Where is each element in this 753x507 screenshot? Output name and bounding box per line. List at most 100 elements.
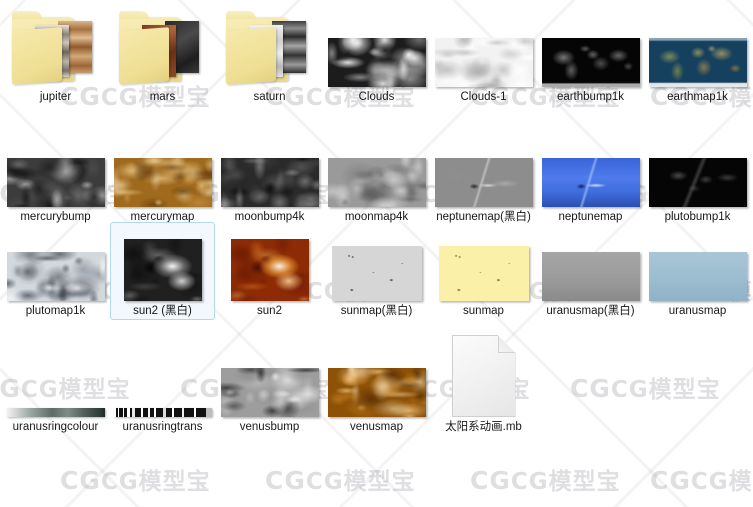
file-item-Clouds[interactable]: Clouds (324, 8, 429, 106)
image-thumbnail (220, 368, 319, 417)
file-label: sun2 (257, 305, 282, 317)
thumbnail-container (538, 129, 643, 207)
file-label: uranusringtrans (122, 421, 203, 433)
file-item-saturn[interactable]: saturn (217, 8, 322, 106)
thumbnail-container (538, 223, 643, 301)
folder-icon (115, 9, 211, 87)
file-label: venusbump (239, 421, 300, 433)
file-item-sunmap-bw[interactable]: sunmap(黑白) (324, 222, 429, 320)
image-thumbnail (6, 408, 105, 417)
file-label: earthbump1k (556, 91, 625, 103)
folder-front (225, 27, 276, 85)
file-label: uranusmap(黑白) (546, 305, 635, 317)
thumbnail-container (431, 9, 536, 87)
image-thumbnail (327, 368, 426, 417)
thumbnail-container (3, 339, 108, 417)
file-item-neptunemap[interactable]: neptunemap (538, 128, 643, 226)
file-item-sun2[interactable]: sun2 (217, 222, 322, 320)
file-item-moonbump4k[interactable]: moonbump4k (217, 128, 322, 226)
image-thumbnail (327, 158, 426, 207)
file-label: Clouds (358, 91, 395, 103)
file-item-sunmap[interactable]: sunmap (431, 222, 536, 320)
folder-icon (8, 9, 104, 87)
thumbnail-container (324, 339, 429, 417)
file-item-mercurybump[interactable]: mercurybump (3, 128, 108, 226)
thumbnail-container (538, 9, 643, 87)
thumbnail-container (324, 129, 429, 207)
file-label: Clouds-1 (460, 91, 507, 103)
image-thumbnail (230, 239, 309, 301)
thumbnail-container (3, 223, 108, 301)
file-item-earthbump1k[interactable]: earthbump1k (538, 8, 643, 106)
thumbnail-container (217, 129, 322, 207)
file-item-uranusringtrans[interactable]: uranusringtrans (110, 338, 215, 436)
thumbnail-container (3, 129, 108, 207)
file-item-plutomap1k[interactable]: plutomap1k (3, 222, 108, 320)
image-thumbnail (541, 38, 640, 87)
thumbnail-container (3, 9, 108, 87)
thumbnail-container (110, 129, 215, 207)
document-icon (451, 335, 516, 417)
thumbnail-container (217, 9, 322, 87)
folder-front (118, 27, 169, 85)
image-thumbnail (113, 158, 212, 207)
thumbnail-container (217, 339, 322, 417)
thumbnail-container (645, 223, 750, 301)
file-label: sun2 (黑白) (133, 305, 192, 317)
file-item-venusmap[interactable]: venusmap (324, 338, 429, 436)
thumbnail-container (217, 223, 322, 301)
document-folded-corner (497, 335, 516, 353)
thumbnail-container (324, 9, 429, 87)
file-item-uranusringcolour[interactable]: uranusringcolour (3, 338, 108, 436)
thumbnail-container (110, 9, 215, 87)
folder-front (11, 27, 62, 85)
file-label: plutomap1k (25, 305, 86, 317)
thumbnail-container (431, 335, 536, 417)
thumbnail-container (431, 129, 536, 207)
file-label: earthmap1k (667, 91, 728, 103)
file-item-mars[interactable]: mars (110, 8, 215, 106)
image-thumbnail (434, 38, 533, 87)
file-label: mars (149, 91, 176, 103)
file-label: venusmap (349, 421, 404, 433)
image-thumbnail (648, 252, 747, 301)
image-thumbnail (123, 239, 202, 301)
image-thumbnail (541, 158, 640, 207)
file-item-taiyangxi-donghua-mb[interactable]: 太阳系动画.mb (431, 335, 536, 436)
file-label: uranusmap (668, 305, 727, 317)
image-thumbnail (331, 246, 422, 301)
file-item-mercurymap[interactable]: mercurymap (110, 128, 215, 226)
thumbnail-container (110, 339, 215, 417)
file-item-earthmap1k[interactable]: earthmap1k (645, 8, 750, 106)
file-item-neptunemap-bw[interactable]: neptunemap(黑白) (431, 128, 536, 226)
image-thumbnail (648, 158, 747, 207)
image-thumbnail (327, 38, 426, 87)
image-thumbnail (434, 158, 533, 207)
file-item-venusbump[interactable]: venusbump (217, 338, 322, 436)
file-item-moonmap4k[interactable]: moonmap4k (324, 128, 429, 226)
image-thumbnail (6, 158, 105, 207)
file-item-plutobump1k[interactable]: plutobump1k (645, 128, 750, 226)
file-grid[interactable]: jupiter mars saturn Clouds Clouds-1 earthbump… (0, 0, 753, 507)
image-thumbnail (648, 38, 747, 87)
file-label: sunmap(黑白) (340, 305, 413, 317)
image-thumbnail (438, 246, 529, 301)
file-label: jupiter (39, 91, 72, 103)
file-label: uranusringcolour (12, 421, 99, 433)
file-label: sunmap (463, 305, 504, 317)
thumbnail-container (110, 223, 215, 301)
image-thumbnail (541, 252, 640, 301)
file-item-Clouds-1[interactable]: Clouds-1 (431, 8, 536, 106)
file-label: 太阳系动画.mb (445, 421, 522, 433)
thumbnail-container (645, 9, 750, 87)
folder-icon (222, 9, 318, 87)
thumbnail-container (645, 129, 750, 207)
file-item-uranusmap-bw[interactable]: uranusmap(黑白) (538, 222, 643, 320)
file-item-sun2-bw[interactable]: sun2 (黑白) (110, 222, 215, 320)
file-item-uranusmap[interactable]: uranusmap (645, 222, 750, 320)
image-thumbnail (6, 252, 105, 301)
image-thumbnail (220, 158, 319, 207)
file-item-jupiter[interactable]: jupiter (3, 8, 108, 106)
file-label: saturn (253, 91, 286, 103)
thumbnail-container (431, 223, 536, 301)
